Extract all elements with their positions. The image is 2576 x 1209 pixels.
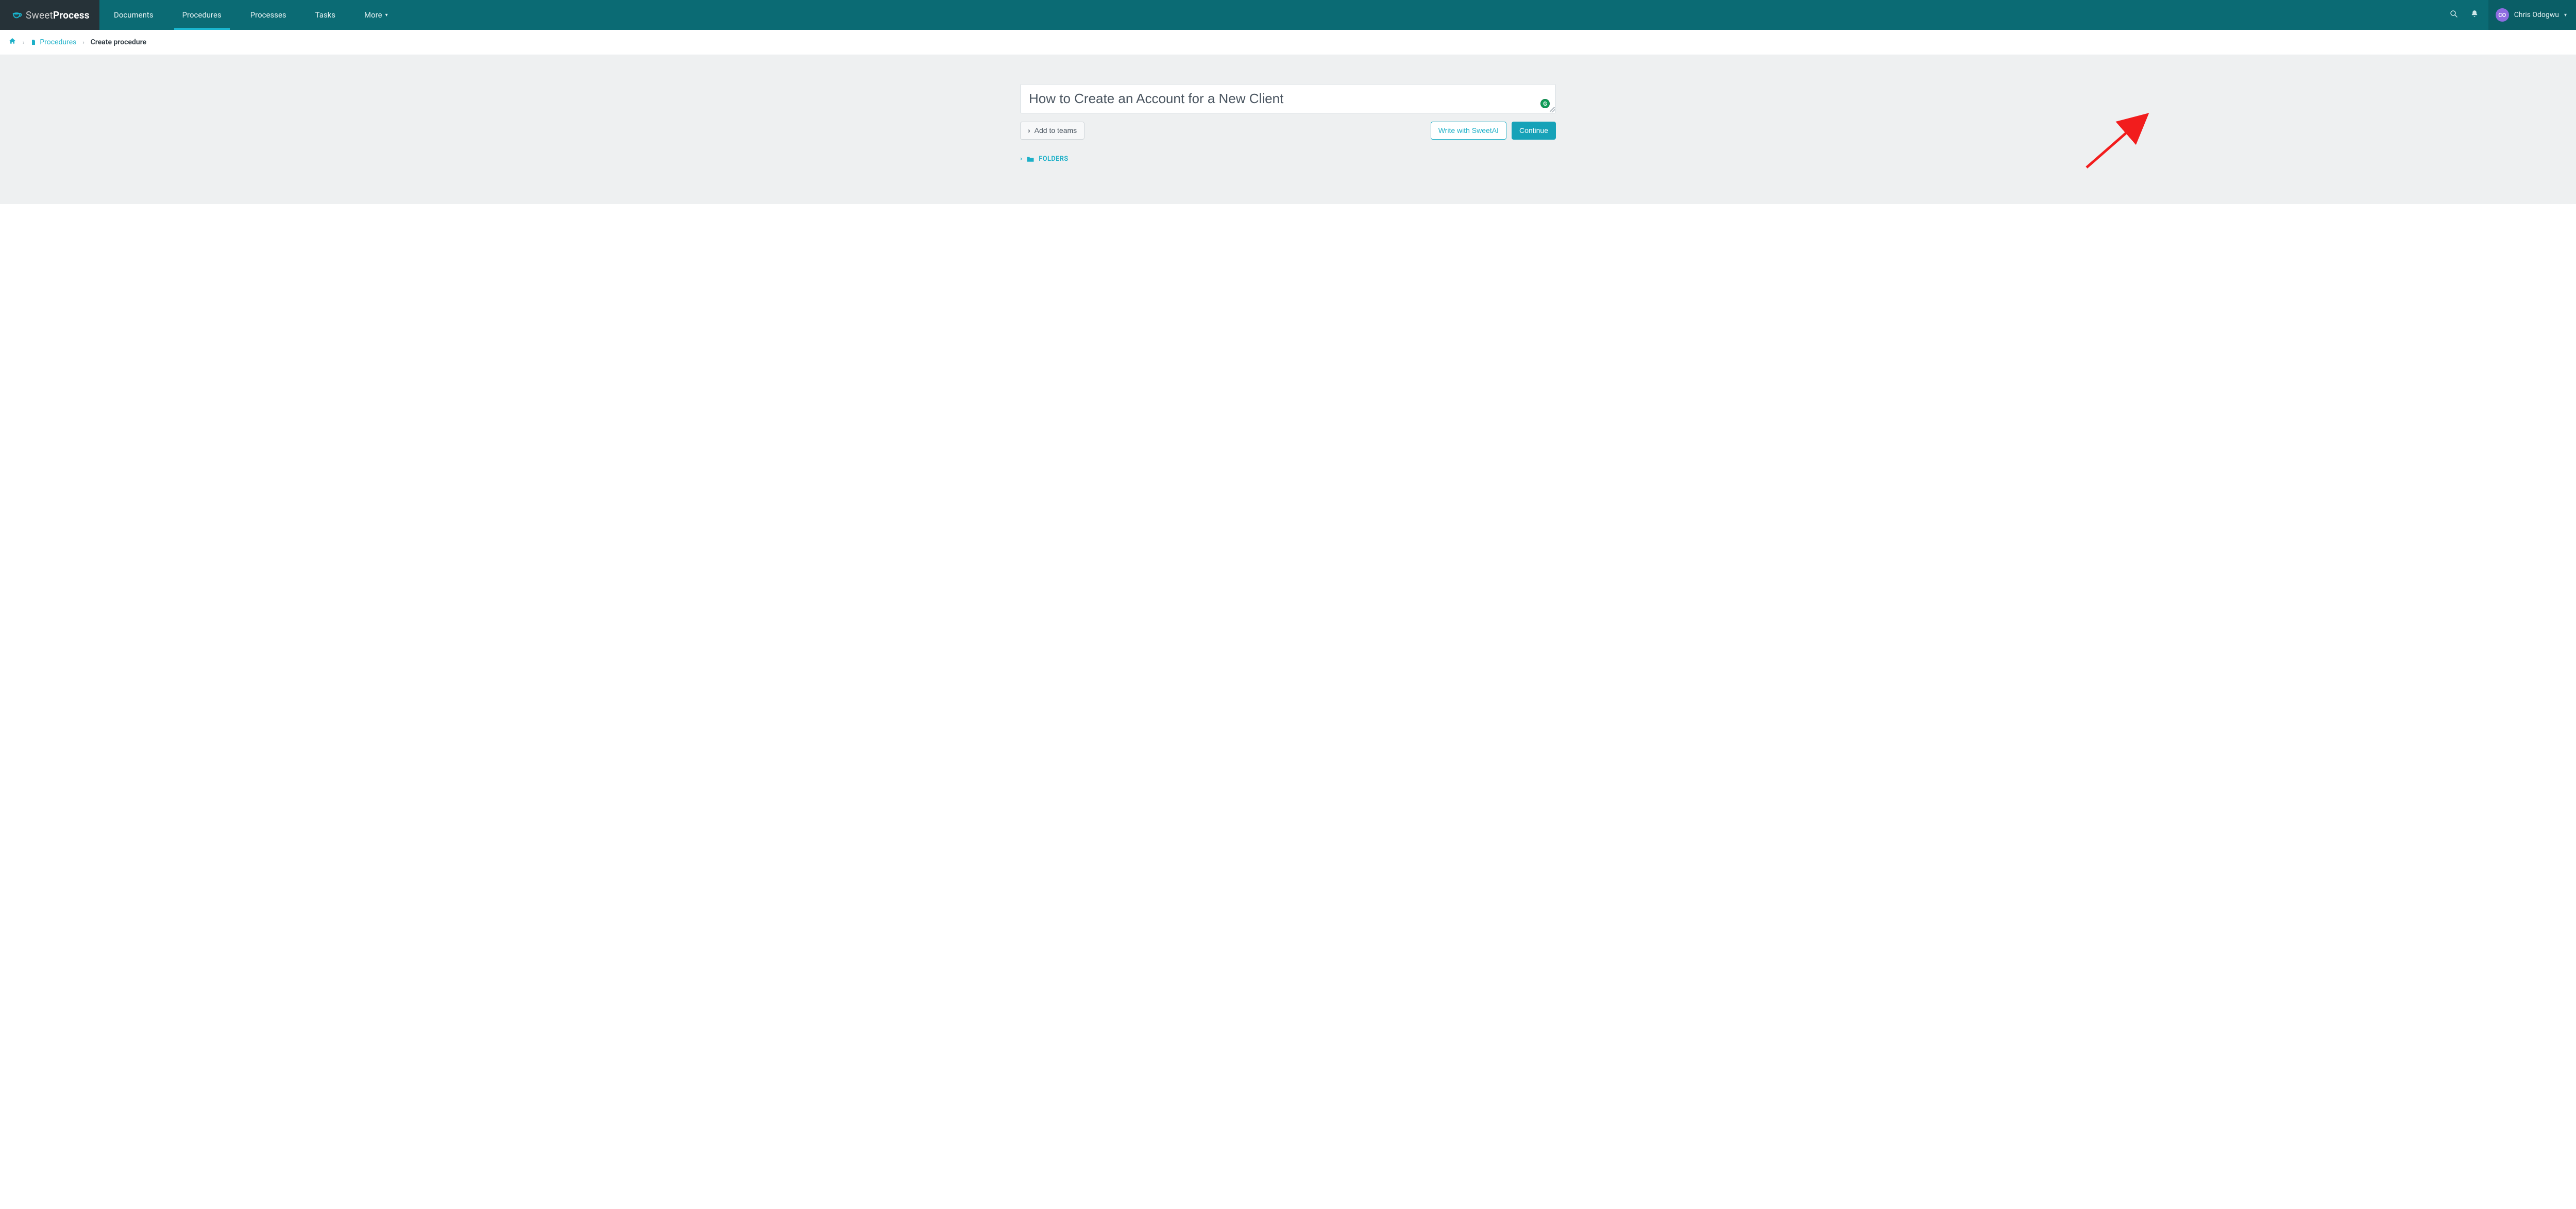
title-input-wrap: G bbox=[1020, 84, 1556, 113]
folder-icon bbox=[1026, 156, 1035, 162]
avatar: CO bbox=[2496, 8, 2509, 22]
breadcrumb-current: Create procedure bbox=[91, 38, 146, 46]
user-name: Chris Odogwu bbox=[2514, 11, 2559, 19]
button-label: Continue bbox=[1519, 126, 1548, 135]
chevron-down-icon: ▾ bbox=[2564, 12, 2567, 18]
button-label: Write with SweetAI bbox=[1438, 126, 1499, 135]
button-label: Add to teams bbox=[1035, 126, 1077, 135]
file-icon bbox=[30, 39, 37, 46]
logo[interactable]: SweetProcess bbox=[0, 0, 99, 30]
add-to-teams-button[interactable]: › Add to teams bbox=[1020, 122, 1084, 140]
nav-documents[interactable]: Documents bbox=[99, 0, 168, 30]
breadcrumb: › Procedures › Create procedure bbox=[0, 30, 2576, 55]
breadcrumb-link-label: Procedures bbox=[40, 38, 76, 46]
home-icon[interactable] bbox=[8, 37, 16, 47]
nav-more[interactable]: More ▾ bbox=[350, 0, 402, 30]
bell-icon[interactable] bbox=[2470, 9, 2479, 21]
user-menu[interactable]: CO Chris Odogwu ▾ bbox=[2488, 0, 2576, 30]
create-procedure-form: G › Add to teams Write with SweetAI Cont… bbox=[1020, 84, 1556, 163]
nav-label: Tasks bbox=[315, 10, 335, 20]
nav-label: Documents bbox=[114, 10, 154, 20]
write-with-sweetai-button[interactable]: Write with SweetAI bbox=[1431, 122, 1506, 140]
breadcrumb-procedures[interactable]: Procedures bbox=[30, 38, 76, 46]
grammarly-icon[interactable]: G bbox=[1540, 99, 1550, 108]
main-area: G › Add to teams Write with SweetAI Cont… bbox=[0, 55, 2576, 204]
procedure-title-input[interactable] bbox=[1020, 84, 1556, 113]
folders-label: FOLDERS bbox=[1039, 155, 1068, 163]
continue-button[interactable]: Continue bbox=[1512, 122, 1556, 140]
chevron-right-icon: › bbox=[1028, 126, 1030, 135]
nav-label: More bbox=[364, 10, 382, 20]
chevron-right-icon: › bbox=[82, 39, 84, 46]
folders-toggle[interactable]: › FOLDERS bbox=[1020, 155, 1068, 163]
nav-label: Processes bbox=[250, 10, 286, 20]
resize-handle-icon[interactable] bbox=[1550, 107, 1555, 112]
form-actions-row: › Add to teams Write with SweetAI Contin… bbox=[1020, 122, 1556, 140]
chevron-down-icon: ▾ bbox=[385, 12, 388, 18]
chevron-right-icon: › bbox=[23, 39, 24, 46]
nav-label: Procedures bbox=[182, 10, 222, 20]
top-nav: Documents Procedures Processes Tasks Mor… bbox=[99, 0, 2445, 30]
nav-tasks[interactable]: Tasks bbox=[301, 0, 350, 30]
annotation-arrow-icon bbox=[2081, 111, 2159, 173]
app-header: SweetProcess Documents Procedures Proces… bbox=[0, 0, 2576, 30]
nav-procedures[interactable]: Procedures bbox=[168, 0, 236, 30]
header-actions bbox=[2445, 0, 2488, 30]
nav-processes[interactable]: Processes bbox=[236, 0, 301, 30]
cup-icon bbox=[11, 9, 23, 21]
chevron-right-icon: › bbox=[1020, 155, 1022, 163]
logo-text: SweetProcess bbox=[26, 9, 90, 21]
search-icon[interactable] bbox=[2449, 9, 2459, 21]
